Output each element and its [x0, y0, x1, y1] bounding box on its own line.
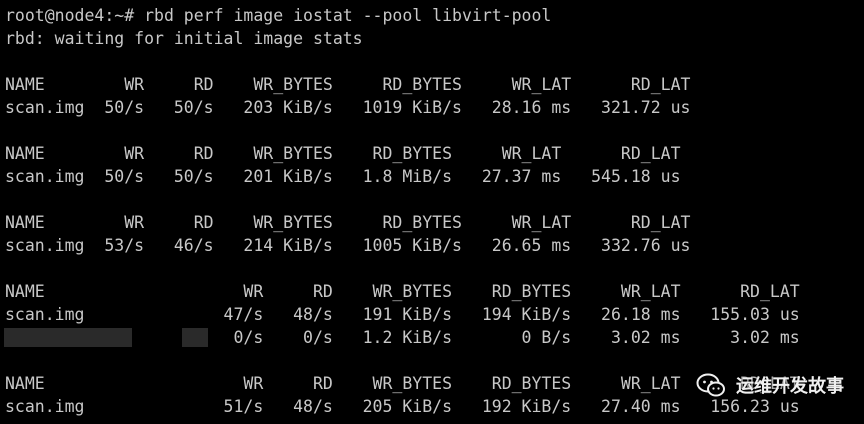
table-header: NAME WR RD WR_BYTES RD_BYTES WR_LAT RD_L…	[5, 374, 800, 393]
table-header: NAME WR RD WR_BYTES RD_BYTES WR_LAT RD_L…	[5, 282, 800, 301]
table-header: NAME WR RD WR_BYTES RD_BYTES WR_LAT RD_L…	[5, 75, 691, 94]
table-row: scan.img 51/s 48/s 205 KiB/s 192 KiB/s 2…	[5, 397, 800, 416]
redacted-image-name-tail	[182, 328, 208, 347]
command-line: root@node4:~# rbd perf image iostat --po…	[5, 6, 552, 25]
table-header: NAME WR RD WR_BYTES RD_BYTES WR_LAT RD_L…	[5, 144, 681, 163]
terminal-window[interactable]: root@node4:~# rbd perf image iostat --po…	[0, 0, 864, 424]
table-header: NAME WR RD WR_BYTES RD_BYTES WR_LAT RD_L…	[5, 213, 691, 232]
redacted-image-name	[4, 328, 132, 347]
watermark-text: 运维开发故事	[736, 376, 844, 397]
table-row: scan.img 50/s 50/s 203 KiB/s 1019 KiB/s …	[5, 98, 691, 117]
table-row: scan.img 53/s 46/s 214 KiB/s 1005 KiB/s …	[5, 236, 691, 255]
table-row: scan.img 47/s 48/s 191 KiB/s 194 KiB/s 2…	[5, 305, 800, 324]
wechat-icon	[696, 373, 725, 397]
table-row: scan.img 50/s 50/s 201 KiB/s 1.8 MiB/s 2…	[5, 167, 681, 186]
status-line: rbd: waiting for initial image stats	[5, 29, 363, 48]
watermark: 运维开发故事	[696, 372, 844, 398]
